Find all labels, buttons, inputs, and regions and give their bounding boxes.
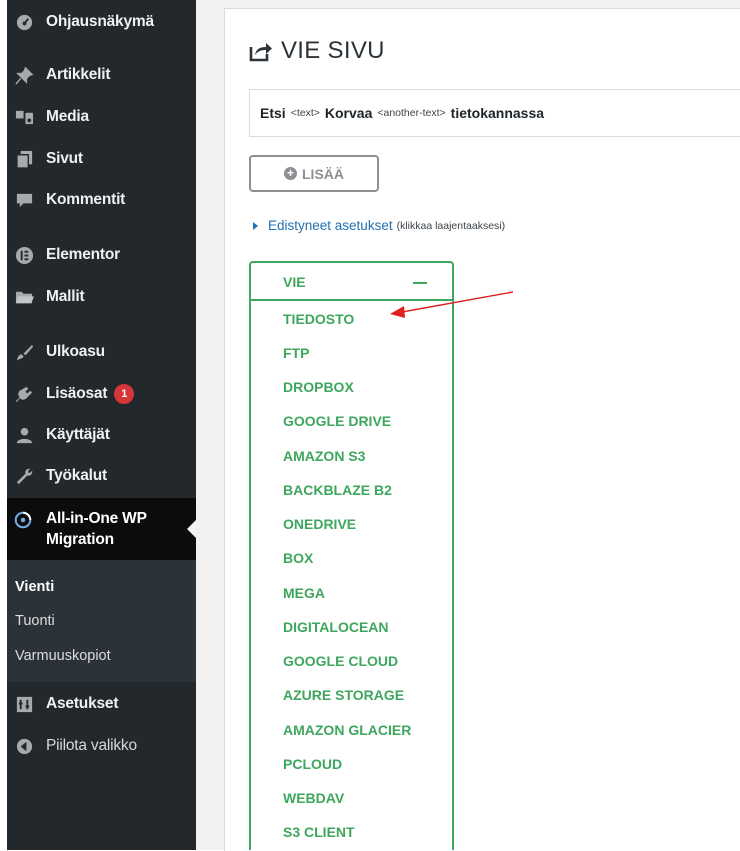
sidebar-item-label: Mallit [46,288,85,305]
submenu-item-import[interactable]: Tuonti [15,613,55,629]
migration-icon [13,510,35,532]
export-option-onedrive[interactable]: ONEDRIVE [283,516,356,532]
export-option-digitalocean[interactable]: DIGITALOCEAN [283,619,389,635]
plus-circle-icon: + [284,167,297,180]
export-option-amazon-s3[interactable]: AMAZON S3 [283,448,365,464]
brush-icon [13,342,35,362]
pin-icon [13,65,35,85]
plugin-icon [13,384,35,404]
replace-label: Korvaa [324,105,373,121]
minus-icon [413,282,427,284]
sidebar-item-plugins[interactable]: Lisäosat 1 [7,374,196,414]
sidebar-item-users[interactable]: Käyttäjät [7,415,196,455]
sidebar-item-label: Asetukset [46,695,119,712]
pages-icon [13,149,35,169]
share-export-icon [249,43,272,62]
export-option-google-drive[interactable]: GOOGLE DRIVE [283,413,391,429]
sidebar-item-label: Ohjausnäkymä [46,13,154,30]
advanced-settings-toggle[interactable]: Edistyneet asetukset (klikkaa laajentaak… [253,218,505,233]
label-line-1: All-in-One WP [46,510,147,527]
comment-icon [13,190,35,210]
export-option-s3-client[interactable]: S3 CLIENT [283,824,355,840]
elementor-icon [13,245,35,265]
find-text-input[interactable]: <text> [291,107,320,119]
submenu-item-backups[interactable]: Varmuuskopiot [15,648,111,664]
sidebar-item-label: Kommentit [46,191,126,208]
find-label: Etsi [260,105,286,121]
export-option-dropbox[interactable]: DROPBOX [283,379,354,395]
export-option-backblaze-b2[interactable]: BACKBLAZE B2 [283,482,392,498]
add-button-label: LISÄÄ [302,165,344,182]
submenu: Vienti Tuonti Varmuuskopiot [7,560,196,682]
wrench-icon [13,466,35,486]
folder-icon [13,287,35,307]
sidebar-item-label: Artikkelit [46,66,111,83]
sidebar-item-dashboard[interactable]: Ohjausnäkymä [7,2,196,42]
user-icon [13,425,35,445]
export-header-label: VIE [283,274,306,290]
in-database-label: tietokannassa [450,105,545,121]
sidebar-item-tools[interactable]: Työkalut [7,456,196,496]
sidebar-item-label: Lisäosat [46,385,108,402]
sidebar-item-label: Sivut [46,150,83,167]
export-option-azure-storage[interactable]: AZURE STORAGE [283,687,404,703]
sidebar-item-label: Ulkoasu [46,343,105,360]
dashboard-icon [13,12,35,32]
sidebar-item-label: Työkalut [46,467,107,484]
export-option-pcloud[interactable]: PCLOUD [283,756,342,772]
export-option-webdav[interactable]: WEBDAV [283,790,344,806]
sidebar-item-label: Piilota valikko [46,737,137,754]
export-option-ftp[interactable]: FTP [283,345,309,361]
sidebar-item-label: Käyttäjät [46,426,110,443]
sidebar-item-comments[interactable]: Kommentit [7,180,196,220]
advanced-settings-link[interactable]: Edistyneet asetukset [268,218,393,233]
settings-icon [13,694,35,714]
export-option-box[interactable]: BOX [283,550,313,566]
annotation-arrow [390,291,514,318]
export-option-file[interactable]: TIEDOSTO [283,311,354,327]
export-option-mega[interactable]: MEGA [283,585,325,601]
sidebar-item-media[interactable]: Media [7,97,196,137]
submenu-item-export[interactable]: Vienti [15,579,54,595]
find-replace-box: Etsi <text> Korvaa <another-text> tietok… [249,89,740,137]
add-button[interactable]: + LISÄÄ [249,155,379,192]
page-title-text: VIE SIVU [281,37,385,64]
page-title: VIE SIVU [249,37,385,65]
sidebar-item-label: All-in-One WP Migration [46,508,147,550]
replace-text-input[interactable]: <another-text> [377,107,445,119]
sidebar-item-pages[interactable]: Sivut [7,139,196,179]
export-dropdown: VIE TIEDOSTO FTP DROPBOX GOOGLE DRIVE AM… [249,261,454,850]
sidebar-item-label: Media [46,108,89,125]
advanced-settings-hint: (klikkaa laajentaaksesi) [396,219,506,232]
update-count-badge: 1 [114,384,135,404]
sidebar-item-elementor[interactable]: Elementor [7,235,196,275]
sidebar-item-all-in-one-wp-migration[interactable]: All-in-One WP Migration [7,498,196,560]
sidebar-item-settings[interactable]: Asetukset [7,684,196,724]
media-icon [13,107,35,127]
sidebar-item-templates[interactable]: Mallit [7,277,196,317]
sidebar-item-label: Elementor [46,246,120,263]
label-line-2: Migration [46,531,114,548]
triangle-right-icon [253,221,258,230]
export-option-google-cloud[interactable]: GOOGLE CLOUD [283,653,398,669]
export-option-amazon-glacier[interactable]: AMAZON GLACIER [283,722,411,738]
collapse-menu-button[interactable]: Piilota valikko [7,726,196,766]
collapse-icon [13,736,35,756]
admin-sidebar: Ohjausnäkymä Artikkelit Media Sivut Komm… [7,0,196,850]
current-menu-pointer [187,520,196,538]
sidebar-item-posts[interactable]: Artikkelit [7,55,196,95]
sidebar-item-appearance[interactable]: Ulkoasu [7,332,196,372]
